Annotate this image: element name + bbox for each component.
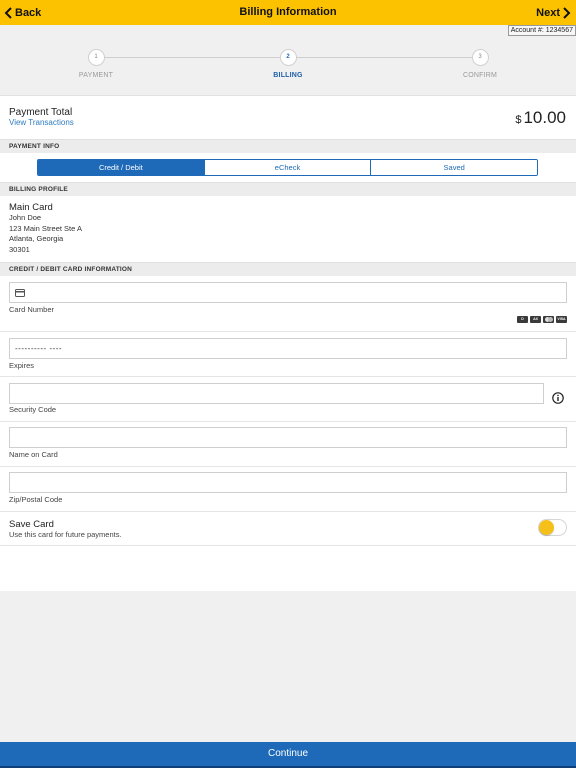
payment-total-label: Payment Total (9, 107, 73, 118)
visa-icon: VISA (556, 316, 567, 323)
step-label: BILLING (273, 72, 303, 79)
discover-icon: D (517, 316, 528, 323)
zip-row: Zip/Postal Code (0, 467, 576, 512)
amount-value: 10.00 (523, 108, 566, 127)
card-number-row: Card Number D AX VISA (0, 276, 576, 332)
zip-input[interactable] (9, 472, 567, 493)
security-code-label: Security Code (9, 405, 57, 414)
tab-echeck[interactable]: eCheck (203, 160, 371, 175)
profile-city-state: Atlanta, Georgia (9, 234, 64, 243)
progress-steps: 1 PAYMENT 2 BILLING 3 CONFIRM (0, 36, 576, 94)
currency-symbol: $ (515, 114, 522, 126)
amex-icon: AX (530, 316, 541, 323)
step-number: 2 (279, 49, 297, 66)
chevron-left-icon (4, 6, 12, 19)
continue-button-label: Continue (267, 748, 309, 759)
billing-profile-header: BILLING PROFILE (0, 182, 576, 196)
tab-credit-debit[interactable]: Credit / Debit (38, 160, 204, 175)
profile-title: Main Card (9, 202, 53, 213)
name-on-card-row: Name on Card (0, 422, 576, 467)
tab-saved[interactable]: Saved (370, 160, 537, 175)
step-number: 1 (87, 49, 105, 66)
name-on-card-input[interactable] (9, 427, 567, 448)
nav-bar: Back Billing Information Next (0, 0, 576, 25)
chevron-right-icon (563, 6, 571, 19)
security-code-row: Security Code (0, 377, 576, 422)
continue-button[interactable]: Continue (0, 742, 576, 768)
payment-total-amount: $ 10.00 (515, 108, 566, 128)
billing-profile-card[interactable]: Main Card John Doe 123 Main Street Ste A… (0, 196, 576, 262)
page-title: Billing Information (239, 6, 337, 18)
expires-value: ---------- ---- (15, 344, 63, 353)
back-button-label: Back (15, 6, 42, 19)
expires-input[interactable]: ---------- ---- (9, 338, 567, 359)
card-number-input[interactable] (9, 282, 567, 303)
payment-total-panel: Payment Total View Transactions $ 10.00 (0, 95, 576, 139)
step-label: CONFIRM (462, 72, 498, 79)
next-button[interactable]: Next (536, 0, 576, 25)
step-number: 3 (471, 49, 489, 66)
profile-name: John Doe (9, 213, 42, 222)
info-icon[interactable] (552, 392, 564, 404)
payment-info-header: PAYMENT INFO (0, 139, 576, 153)
card-info-header: CREDIT / DEBIT CARD INFORMATION (0, 262, 576, 276)
save-card-toggle[interactable] (538, 519, 567, 536)
mastercard-icon (543, 316, 554, 323)
step-billing: 2 BILLING (228, 49, 348, 79)
name-on-card-label: Name on Card (9, 450, 58, 459)
step-confirm: 3 CONFIRM (420, 49, 540, 79)
view-transactions-link[interactable]: View Transactions (9, 118, 74, 127)
save-card-title: Save Card (9, 519, 54, 530)
save-card-subtitle: Use this card for future payments. (9, 530, 122, 539)
credit-card-icon (15, 289, 25, 297)
back-button[interactable]: Back (0, 0, 41, 25)
account-bar: Account #: 1234567 (507, 25, 576, 36)
expires-label: Expires (9, 361, 35, 370)
step-payment: 1 PAYMENT (36, 49, 156, 79)
card-info-form: Card Number D AX VISA ---------- ---- Ex… (0, 276, 576, 591)
account-number: Account #: 1234567 (507, 25, 576, 36)
expires-row: ---------- ---- Expires (0, 332, 576, 377)
profile-street: 123 Main Street Ste A (9, 223, 82, 233)
next-button-label: Next (536, 6, 560, 19)
security-code-input[interactable] (9, 383, 544, 404)
card-brands: D AX VISA (517, 316, 567, 323)
save-card-row: Save Card Use this card for future payme… (0, 512, 576, 546)
payment-method-bar: Credit / Debit eCheck Saved (0, 153, 576, 182)
step-label: PAYMENT (78, 72, 114, 79)
payment-method-selector: Credit / Debit eCheck Saved (37, 159, 538, 176)
card-number-label: Card Number (9, 305, 55, 314)
toggle-knob (539, 520, 554, 535)
profile-zip: 30301 (9, 244, 30, 254)
zip-label: Zip/Postal Code (9, 495, 63, 504)
